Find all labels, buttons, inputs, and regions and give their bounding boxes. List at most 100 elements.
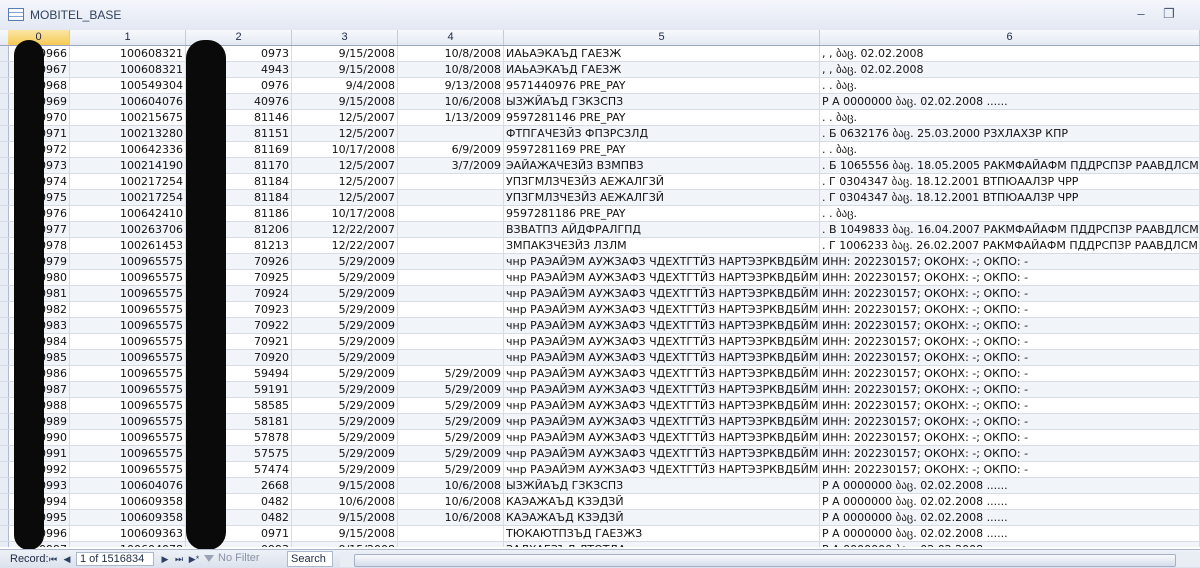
table-cell-col-1[interactable]: 100213280 [70,126,186,141]
table-cell-col-1[interactable]: 100965575 [70,286,186,301]
table-row[interactable]: 0983 100965575 70922 5/29/2009 чнр РАЭАЙЭМ А… [0,318,1200,334]
table-cell-col-6[interactable]: ИНН: 202230157; ОКОНХ: -; ОКПО: - [820,398,1200,413]
table-cell-col-1[interactable]: 100263706 [70,222,186,237]
table-cell-col-4[interactable]: 5/29/2009 [398,366,504,381]
table-cell-col-6[interactable]: . . ბაც. [820,78,1200,93]
table-cell-col-3[interactable]: 5/29/2009 [292,398,398,413]
table-cell-col-5[interactable]: чнр РАЭАЙЭМ АУЖЗАФЗ ЧДЕХТГТЙЗ НАРТЭЗРКВД… [504,270,820,285]
table-cell-col-4[interactable] [398,286,504,301]
column-header-4[interactable]: 4 [398,30,504,45]
table-cell-col-4[interactable]: 10/8/2008 [398,62,504,77]
table-cell-col-5[interactable]: УПЗГМЛЗЧЕЗЙЗ АЕЖАЛГЗЙ [504,174,820,189]
table-row[interactable]: 0978 100261453 81213 12/22/2007 ЗМПАКЗЧЕЗЙЗ … [0,238,1200,254]
table-cell-col-4[interactable] [398,126,504,141]
table-cell-col-4[interactable] [398,190,504,205]
table-cell-col-6[interactable]: . Г 0304347 ბაც. 18.12.2001 ВТПЮААЛЗР ЧР… [820,174,1200,189]
table-cell-col-1[interactable]: 100965575 [70,350,186,365]
table-cell-col-4[interactable]: 10/8/2008 [398,46,504,61]
table-row[interactable]: 0985 100965575 70920 5/29/2009 чнр РАЭАЙЭМ А… [0,350,1200,366]
scrollbar-thumb[interactable] [354,554,1176,567]
table-cell-col-6[interactable]: ИНН: 202230157; ОКОНХ: -; ОКПО: - [820,302,1200,317]
table-cell-col-6[interactable]: . Г 1006233 ბაც. 26.02.2007 РАКМФАЙАФМ П… [820,238,1200,253]
table-cell-col-3[interactable]: 5/29/2009 [292,318,398,333]
table-cell-col-6[interactable]: Р А 0000000 ბაც. 02.02.2008 ...... [820,542,1200,547]
table-cell-col-4[interactable] [398,206,504,221]
table-cell-col-3[interactable]: 5/29/2009 [292,334,398,349]
table-cell-col-3[interactable]: 5/29/2009 [292,366,398,381]
first-record-icon[interactable]: ⏮ [46,552,60,566]
table-cell-col-4[interactable]: 5/29/2009 [398,430,504,445]
table-cell-col-5[interactable]: ЫЗЖЙАЪД ГЗКЗСПЗ [504,478,820,493]
new-record-icon[interactable]: ▶* [186,552,202,566]
table-cell-col-5[interactable]: чнр РАЭАЙЭМ АУЖЗАФЗ ЧДЕХТГТЙЗ НАРТЭЗРКВД… [504,286,820,301]
table-cell-col-3[interactable]: 9/15/2008 [292,478,398,493]
table-row[interactable]: 0968 100549304 0976 9/4/2008 9/13/2008 957144… [0,78,1200,94]
table-cell-col-1[interactable]: 100215675 [70,110,186,125]
table-cell-col-5[interactable]: чнр РАЭАЙЭМ АУЖЗАФЗ ЧДЕХТГТЙЗ НАРТЭЗРКВД… [504,318,820,333]
table-cell-col-6[interactable]: ИНН: 202230157; ОКОНХ: -; ОКПО: - [820,430,1200,445]
table-cell-col-1[interactable]: 100965575 [70,334,186,349]
table-row[interactable]: 0984 100965575 70921 5/29/2009 чнр РАЭАЙЭМ А… [0,334,1200,350]
record-position-input[interactable]: 1 of 1516834 [76,552,154,566]
table-cell-col-6[interactable]: ИНН: 202230157; ОКОНХ: -; ОКПО: - [820,254,1200,269]
table-cell-col-6[interactable]: , , ბაც. 02.02.2008 [820,46,1200,61]
table-cell-col-3[interactable]: 9/15/2008 [292,46,398,61]
table-cell-col-4[interactable] [398,318,504,333]
table-cell-col-1[interactable]: 100214190 [70,158,186,173]
table-cell-col-3[interactable]: 12/5/2007 [292,110,398,125]
table-cell-col-1[interactable]: 100965575 [70,430,186,445]
table-row[interactable]: 0971 100213280 81151 12/5/2007 ФТПГАЧЕЗЙЗ ФП… [0,126,1200,142]
table-cell-col-6[interactable]: ИНН: 202230157; ОКОНХ: -; ОКПО: - [820,414,1200,429]
horizontal-scrollbar[interactable] [340,552,1200,567]
table-cell-col-5[interactable]: 9571440976 PRE_PAY [504,78,820,93]
search-input[interactable]: Search [287,551,333,567]
table-cell-col-4[interactable] [398,302,504,317]
filter-indicator[interactable]: No Filter [204,552,284,566]
table-cell-col-3[interactable]: 5/29/2009 [292,430,398,445]
table-cell-col-4[interactable]: 5/29/2009 [398,382,504,397]
table-cell-col-4[interactable] [398,254,504,269]
table-row[interactable]: 0969 100604076 40976 9/15/2008 10/6/2008 ЫЗЖЙ… [0,94,1200,110]
table-cell-col-3[interactable]: 5/29/2009 [292,254,398,269]
table-row[interactable]: 0992 100965575 57474 5/29/2009 5/29/2009 чнр … [0,462,1200,478]
table-cell-col-1[interactable]: 100217254 [70,190,186,205]
table-cell-col-1[interactable]: 100609363 [70,526,186,541]
table-cell-col-3[interactable]: 5/29/2009 [292,382,398,397]
table-cell-col-3[interactable]: 5/29/2009 [292,302,398,317]
table-cell-col-6[interactable]: . . ბაც. [820,110,1200,125]
table-cell-col-5[interactable]: ВЗВАТПЗ АЙДФРАЛГПД [504,222,820,237]
table-row[interactable]: 0988 100965575 58585 5/29/2009 5/29/2009 чнр … [0,398,1200,414]
table-cell-col-3[interactable]: 12/22/2007 [292,238,398,253]
table-cell-col-5[interactable]: ФТПГАЧЕЗЙЗ ФПЗРСЗЛД [504,126,820,141]
table-cell-col-1[interactable]: 100604078 [70,542,186,547]
table-cell-col-5[interactable]: чнр РАЭАЙЭМ АУЖЗАФЗ ЧДЕХТГТЙЗ НАРТЭЗРКВД… [504,302,820,317]
table-cell-col-5[interactable]: 9597281169 PRE_PAY [504,142,820,157]
table-cell-col-3[interactable]: 5/29/2009 [292,286,398,301]
table-cell-col-1[interactable]: 100965575 [70,366,186,381]
table-cell-col-3[interactable]: 5/29/2009 [292,462,398,477]
table-cell-col-6[interactable]: . . ბაც. [820,206,1200,221]
table-cell-col-6[interactable]: Р А 0000000 ბაც. 02.02.2008 ...... [820,510,1200,525]
table-cell-col-3[interactable]: 5/29/2009 [292,350,398,365]
table-cell-col-1[interactable]: 100965575 [70,462,186,477]
table-row[interactable]: 0996 100609363 0971 9/15/2008 ТЮКАЮТПЗЪД ГАЕ… [0,526,1200,542]
table-row[interactable]: 0973 100214190 81170 12/5/2007 3/7/2009 ЭАЙАЖ… [0,158,1200,174]
table-cell-col-5[interactable]: чнр РАЭАЙЭМ АУЖЗАФЗ ЧДЕХТГТЙЗ НАРТЭЗРКВД… [504,334,820,349]
table-cell-col-6[interactable]: Р А 0000000 ბაც. 02.02.2008 ...... [820,494,1200,509]
table-cell-col-3[interactable]: 9/4/2008 [292,78,398,93]
table-cell-col-6[interactable]: . . ბაც. [820,142,1200,157]
table-row[interactable]: 0977 100263706 81206 12/22/2007 ВЗВАТПЗ АЙДФ… [0,222,1200,238]
table-cell-col-1[interactable]: 100261453 [70,238,186,253]
table-cell-col-4[interactable] [398,334,504,349]
table-cell-col-4[interactable] [398,542,504,547]
table-cell-col-5[interactable]: ЗМПАКЗЧЕЗЙЗ ЛЗЛМ [504,238,820,253]
table-cell-col-4[interactable]: 3/7/2009 [398,158,504,173]
table-cell-col-1[interactable]: 100965575 [70,254,186,269]
table-cell-col-5[interactable]: чнр РАЭАЙЭМ АУЖЗАФЗ ЧДЕХТГТЙЗ НАРТЭЗРКВД… [504,382,820,397]
table-cell-col-4[interactable] [398,238,504,253]
table-cell-col-4[interactable]: 9/13/2008 [398,78,504,93]
previous-record-icon[interactable]: ◀ [60,552,74,566]
table-cell-col-1[interactable]: 100642410 [70,206,186,221]
table-cell-col-1[interactable]: 100965575 [70,398,186,413]
table-cell-col-4[interactable]: 10/6/2008 [398,494,504,509]
